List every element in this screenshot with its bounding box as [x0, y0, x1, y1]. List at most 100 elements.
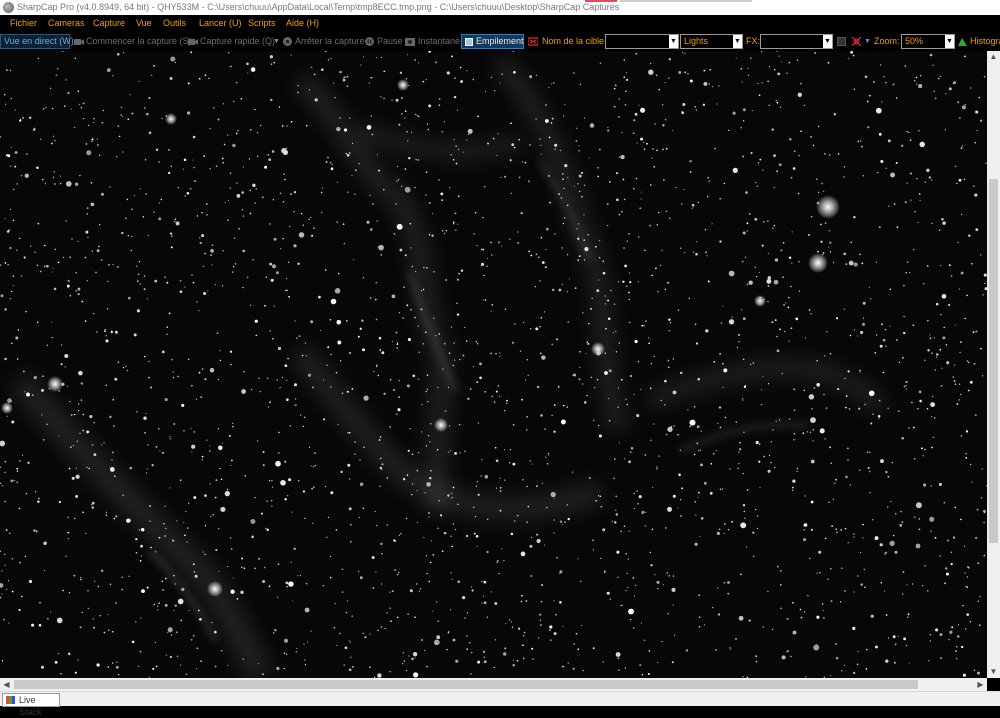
horizontal-scroll-thumb[interactable]	[14, 680, 918, 689]
fx-label: FX:	[746, 36, 761, 46]
star	[960, 341, 962, 343]
star	[154, 279, 158, 283]
star	[847, 447, 849, 450]
star	[466, 635, 468, 637]
stop-capture-button[interactable]: Arrêter la capture	[295, 32, 365, 51]
star	[443, 531, 447, 535]
horizontal-scrollbar[interactable]: ◀ ▶	[0, 678, 987, 691]
fx-select[interactable]: ▼	[760, 34, 833, 49]
star	[440, 192, 444, 196]
star	[227, 200, 229, 202]
pause-button[interactable]: Pause	[377, 32, 403, 51]
start-capture-button[interactable]: Commencer la capture (S)	[86, 32, 192, 51]
zoom-select[interactable]: 50% ▼	[901, 34, 955, 49]
menu-capture[interactable]: Capture	[93, 15, 125, 32]
star	[273, 61, 276, 64]
star	[656, 149, 658, 152]
star	[788, 418, 791, 420]
star	[475, 341, 478, 343]
star	[128, 296, 131, 300]
star	[201, 459, 203, 461]
star	[169, 487, 171, 489]
quick-capture-dropdown-icon[interactable]: ▼	[273, 32, 280, 51]
vertical-scroll-thumb[interactable]	[989, 179, 998, 543]
star	[546, 463, 549, 465]
star	[66, 284, 70, 288]
star	[553, 519, 555, 521]
star	[447, 386, 450, 389]
star	[522, 479, 524, 481]
star	[656, 466, 658, 468]
crosshair-icon[interactable]	[852, 37, 861, 46]
quick-capture-button[interactable]: Capture rapide (Q)	[200, 32, 275, 51]
star	[90, 503, 93, 506]
star	[429, 441, 431, 443]
star	[617, 406, 619, 408]
menu-aide[interactable]: Aide (H)	[286, 15, 319, 32]
star	[4, 564, 6, 566]
scroll-left-icon[interactable]: ◀	[0, 678, 13, 691]
star	[195, 398, 198, 400]
star	[19, 119, 22, 122]
target-name-combo[interactable]: ▼	[605, 34, 679, 49]
star	[24, 555, 27, 558]
stacking-button[interactable]: Empilement	[461, 34, 524, 49]
star	[70, 413, 73, 416]
frame-type-select[interactable]: Lights ▼	[680, 34, 743, 49]
star	[170, 634, 173, 636]
star	[377, 629, 379, 632]
star	[802, 432, 805, 435]
star	[573, 72, 575, 74]
star	[703, 481, 707, 485]
star	[511, 341, 515, 344]
star	[580, 580, 582, 583]
star	[975, 330, 978, 333]
star	[510, 122, 512, 125]
star	[628, 608, 634, 615]
image-viewport[interactable]	[0, 51, 987, 678]
star	[810, 215, 813, 218]
star	[59, 175, 61, 177]
live-view-button[interactable]: Vue en direct (W)	[0, 34, 74, 49]
star	[370, 77, 373, 79]
star	[59, 182, 62, 185]
star	[742, 155, 745, 158]
scroll-right-icon[interactable]: ▶	[974, 678, 987, 691]
star	[418, 351, 420, 353]
star	[426, 482, 431, 487]
star	[728, 319, 735, 325]
star	[499, 352, 501, 354]
histogram-button[interactable]: Histogra	[970, 32, 1000, 51]
menu-vue[interactable]: Vue	[136, 15, 152, 32]
scroll-down-icon[interactable]: ▼	[987, 666, 1000, 678]
crosshair-dropdown-icon[interactable]: ▼	[864, 32, 871, 51]
star	[800, 130, 802, 133]
menu-lancer[interactable]: Lancer (U)	[199, 15, 242, 32]
scroll-up-icon[interactable]: ▲	[987, 51, 1000, 63]
star	[398, 534, 401, 536]
star	[691, 207, 693, 209]
star	[934, 369, 937, 371]
star	[979, 595, 981, 598]
live-stack-tab[interactable]: Live Stack	[2, 693, 60, 717]
star	[924, 564, 926, 567]
star	[528, 250, 530, 253]
star	[144, 431, 147, 434]
menu-outils[interactable]: Outils	[163, 15, 186, 32]
star	[928, 660, 930, 662]
star	[616, 550, 620, 554]
menu-cameras[interactable]: Cameras	[48, 15, 85, 32]
star	[158, 202, 161, 204]
vertical-scrollbar[interactable]: ▲ ▼	[987, 51, 1000, 678]
star	[727, 581, 730, 584]
menu-scripts[interactable]: Scripts	[248, 15, 276, 32]
fx-settings-icon[interactable]	[837, 37, 846, 46]
star	[566, 254, 569, 256]
star	[377, 246, 380, 248]
menu-fichier[interactable]: Fichier	[10, 15, 37, 32]
star	[173, 220, 176, 223]
star	[484, 90, 487, 92]
star	[155, 148, 159, 151]
star	[650, 439, 652, 441]
snapshot-button[interactable]: Instantané	[418, 32, 460, 51]
